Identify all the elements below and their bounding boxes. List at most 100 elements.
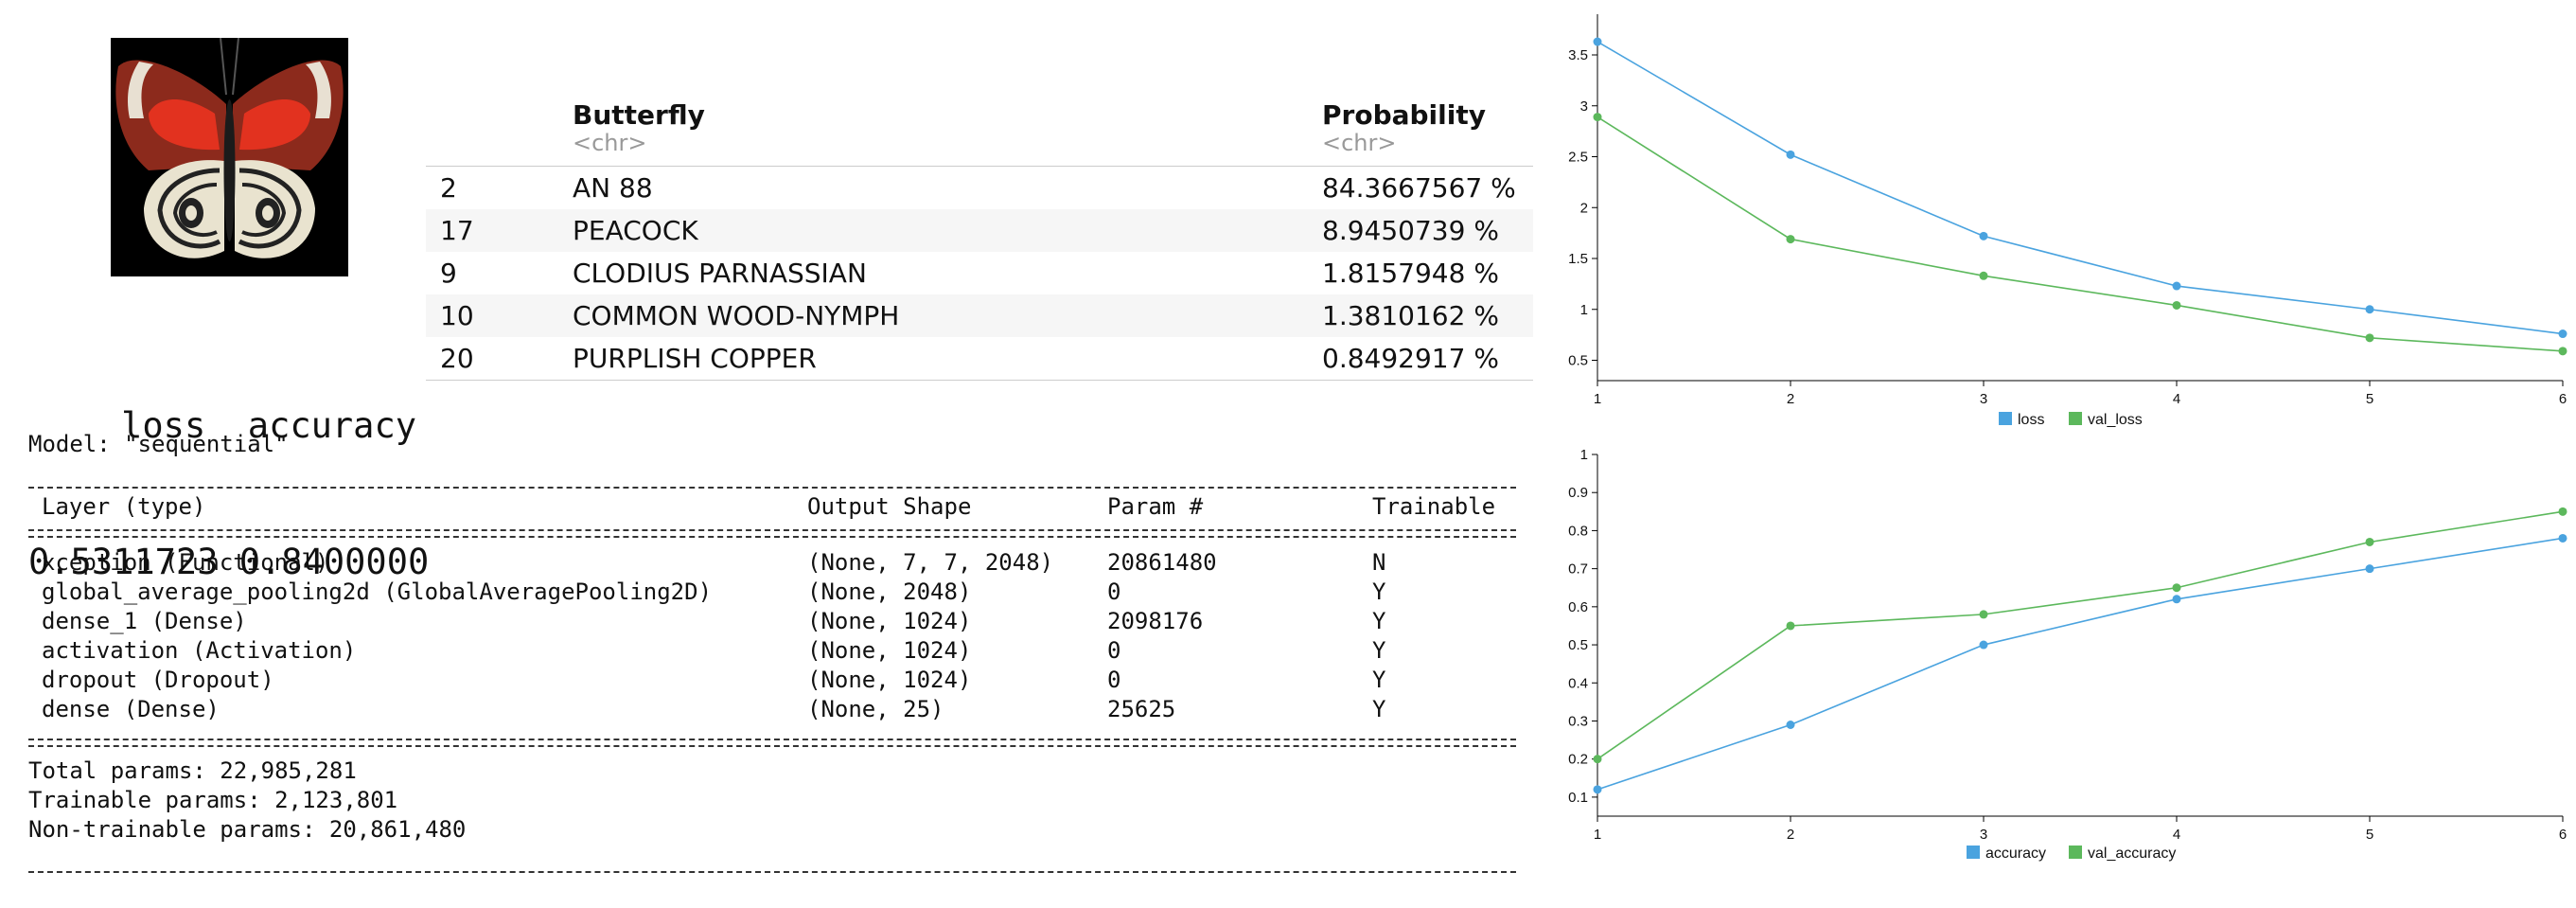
x-tick-label: 4 (2173, 827, 2180, 843)
data-point-val_loss (1979, 271, 1988, 280)
layer-params: 25625 (1107, 696, 1176, 722)
row-id: 17 (440, 215, 474, 246)
data-point-val_accuracy (2365, 537, 2374, 546)
trainable-params: Trainable params: 2,123,801 (28, 787, 398, 813)
x-tick-label: 6 (2559, 827, 2567, 843)
data-point-val_accuracy (2172, 583, 2181, 593)
data-point-loss (2558, 329, 2567, 339)
layer-params: 0 (1107, 667, 1121, 693)
layer-name: activation (Activation) (42, 637, 357, 664)
layer-params: 0 (1107, 579, 1121, 605)
predictions-table: Butterfly <chr> Probability <chr> 2 AN 8… (426, 90, 1533, 381)
row-probability: 1.8157948 % (1322, 258, 1499, 289)
row-probability: 84.3667567 % (1322, 172, 1516, 204)
layer-params: 2098176 (1107, 608, 1204, 634)
layer-params: 0 (1107, 637, 1121, 664)
data-point-loss (2172, 281, 2181, 291)
x-tick-label: 1 (1594, 391, 1601, 407)
x-tick-label: 2 (1787, 827, 1794, 843)
y-tick-label: 1 (1580, 302, 1588, 318)
layer-shape: (None, 1024) (807, 667, 972, 693)
model-title: Model: "sequential" (28, 431, 289, 457)
data-point-val_accuracy (2558, 507, 2567, 516)
row-butterfly: COMMON WOOD-NYMPH (573, 300, 900, 331)
accuracy-chart: 0.1 0.2 0.3 0.4 0.5 0.6 0.7 0.8 0.9 1 1 2 3 4 5 6 accura… (1552, 445, 2576, 903)
data-point-val_accuracy (1593, 755, 1602, 764)
data-point-val_accuracy (1979, 610, 1988, 619)
row-butterfly: PURPLISH COPPER (573, 343, 817, 374)
legend-swatch-loss (1999, 412, 2012, 425)
column-header-output-shape: Output Shape (807, 493, 972, 520)
layer-trainable: Y (1372, 608, 1386, 634)
legend-label-val_loss: val_loss (2088, 412, 2143, 428)
x-tick-label: 2 (1787, 391, 1794, 407)
data-point-accuracy (1786, 720, 1795, 729)
layer-name: global_average_pooling2d (GlobalAverageP… (42, 579, 713, 605)
layer-params: 20861480 (1107, 549, 1217, 576)
row-probability: 8.9450739 % (1322, 215, 1499, 246)
column-header-probability: Probability (1322, 99, 1486, 131)
data-point-loss (1786, 150, 1795, 159)
non-trainable-params: Non-trainable params: 20,861,480 (28, 816, 467, 843)
data-point-val_accuracy (1786, 621, 1795, 631)
x-tick-label: 3 (1980, 827, 1987, 843)
y-tick-label: 3.5 (1568, 47, 1588, 63)
data-point-accuracy (2172, 595, 2181, 604)
layer-trainable: Y (1372, 667, 1386, 693)
y-tick-label: 2 (1580, 200, 1588, 216)
x-tick-label: 6 (2559, 391, 2567, 407)
divider (28, 529, 1516, 538)
series-line-accuracy (1597, 537, 2564, 791)
legend-label-accuracy: accuracy (1985, 846, 2046, 862)
divider (28, 739, 1516, 747)
layer-shape: (None, 7, 7, 2048) (807, 549, 1054, 576)
legend-swatch-accuracy (1967, 846, 1980, 859)
y-tick-label: 0.2 (1568, 752, 1588, 768)
row-butterfly: CLODIUS PARNASSIAN (573, 258, 867, 289)
x-tick-label: 5 (2366, 391, 2373, 407)
layer-name: dense_1 (Dense) (42, 608, 247, 634)
y-tick-label: 0.1 (1568, 790, 1588, 806)
row-butterfly: PEACOCK (573, 215, 698, 246)
layer-name: xception (Functional) (42, 549, 329, 576)
row-probability: 1.3810162 % (1322, 300, 1499, 331)
series-line-val_accuracy (1597, 510, 2564, 760)
column-header-trainable: Trainable (1372, 493, 1496, 520)
y-tick-label: 2.5 (1568, 150, 1588, 166)
y-tick-label: 3 (1580, 98, 1588, 115)
row-id: 20 (440, 343, 474, 374)
table-row: 20 PURPLISH COPPER 0.8492917 % (426, 337, 1533, 381)
legend-label-val_accuracy: val_accuracy (2088, 846, 2176, 862)
y-tick-label: 0.9 (1568, 485, 1588, 501)
x-tick-label: 1 (1594, 827, 1601, 843)
y-tick-label: 1.5 (1568, 251, 1588, 267)
column-header-param: Param # (1107, 493, 1204, 520)
column-type-butterfly: <chr> (573, 130, 647, 156)
layer-trainable: Y (1372, 637, 1386, 664)
data-point-val_loss (1593, 113, 1602, 122)
layer-shape: (None, 1024) (807, 608, 972, 634)
data-point-val_loss (2172, 300, 2181, 310)
column-header-butterfly: Butterfly (573, 99, 705, 131)
y-tick-label: 0.8 (1568, 523, 1588, 539)
layer-trainable: Y (1372, 579, 1386, 605)
total-params: Total params: 22,985,281 (28, 757, 357, 784)
x-tick-label: 5 (2366, 827, 2373, 843)
layer-name: dense (Dense) (42, 696, 220, 722)
x-tick-label: 3 (1980, 391, 1987, 407)
y-tick-label: 0.4 (1568, 675, 1588, 691)
data-point-accuracy (1593, 785, 1602, 794)
layer-trainable: N (1372, 549, 1386, 576)
layer-shape: (None, 1024) (807, 637, 972, 664)
row-id: 10 (440, 300, 474, 331)
table-header: Butterfly <chr> Probability <chr> (426, 90, 1533, 167)
data-point-loss (1979, 231, 1988, 240)
row-id: 2 (440, 172, 457, 204)
row-probability: 0.8492917 % (1322, 343, 1499, 374)
row-butterfly: AN 88 (573, 172, 653, 204)
data-point-accuracy (1979, 640, 1988, 650)
table-row: 9 CLODIUS PARNASSIAN 1.8157948 % (426, 252, 1533, 294)
data-point-val_loss (1786, 235, 1795, 244)
y-tick-label: 1 (1580, 447, 1588, 463)
y-tick-label: 0.6 (1568, 599, 1588, 615)
